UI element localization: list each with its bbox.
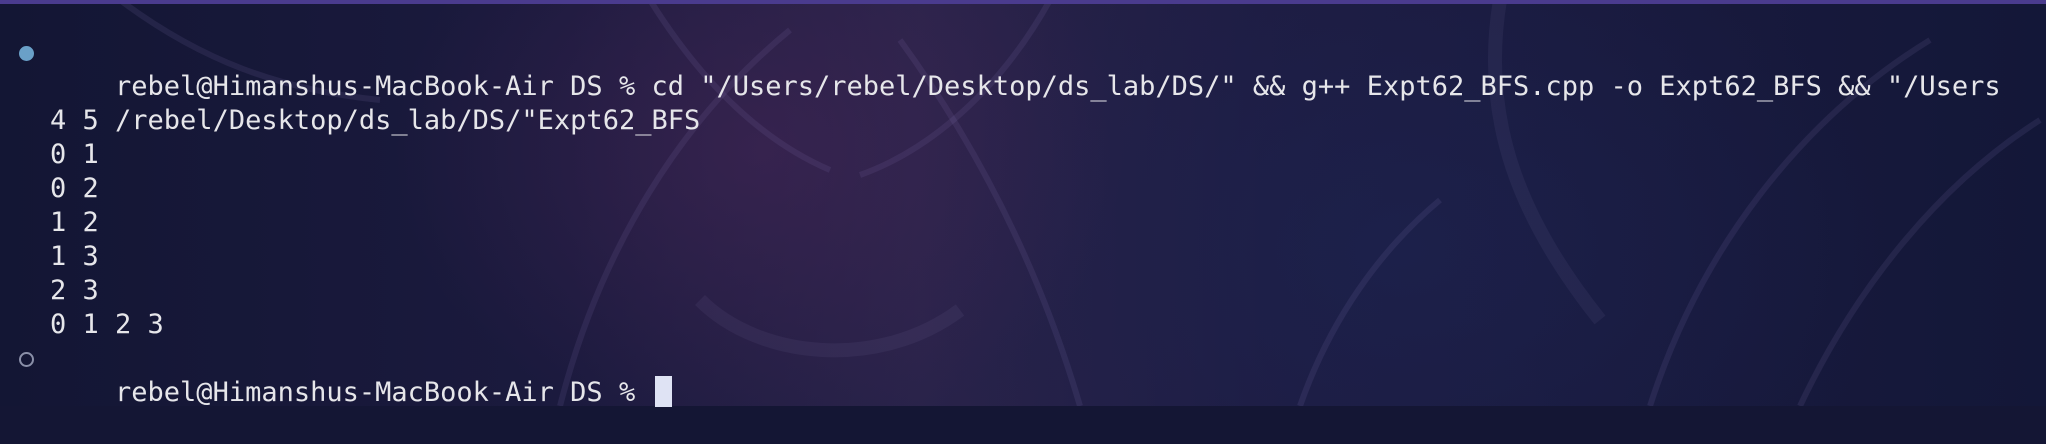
output-text: 0 2 (50, 173, 99, 204)
prompt-text: rebel@Himanshus-MacBook-Air DS % (115, 377, 652, 408)
command-line-continued: /rebel/Desktop/ds_lab/DS/"Expt62_BFS (0, 70, 2046, 136)
output-text: 4 5 (50, 105, 99, 136)
output-text: 0 1 (50, 139, 99, 170)
output-line: 2 3 (0, 274, 2046, 308)
output-line: 0 1 (0, 138, 2046, 172)
output-line: 1 3 (0, 240, 2046, 274)
output-text: 2 3 (50, 275, 99, 306)
text-cursor (655, 376, 673, 407)
command-success-marker-icon[interactable] (19, 46, 34, 61)
terminal-output[interactable]: rebel@Himanshus-MacBook-Air DS % cd "/Us… (0, 36, 2046, 408)
output-line: 0 1 2 3 (0, 308, 2046, 342)
output-line: 1 2 (0, 206, 2046, 240)
window-top-border (0, 0, 2046, 4)
output-text: 1 2 (50, 207, 99, 238)
output-text: 1 3 (50, 241, 99, 272)
output-text: 0 1 2 3 (50, 309, 164, 340)
output-line: 4 5 (0, 104, 2046, 138)
prompt-line[interactable]: rebel@Himanshus-MacBook-Air DS % (0, 342, 2046, 408)
idle-prompt-marker-icon[interactable] (19, 352, 34, 367)
output-line: 0 2 (0, 172, 2046, 206)
command-line: rebel@Himanshus-MacBook-Air DS % cd "/Us… (0, 36, 2046, 102)
